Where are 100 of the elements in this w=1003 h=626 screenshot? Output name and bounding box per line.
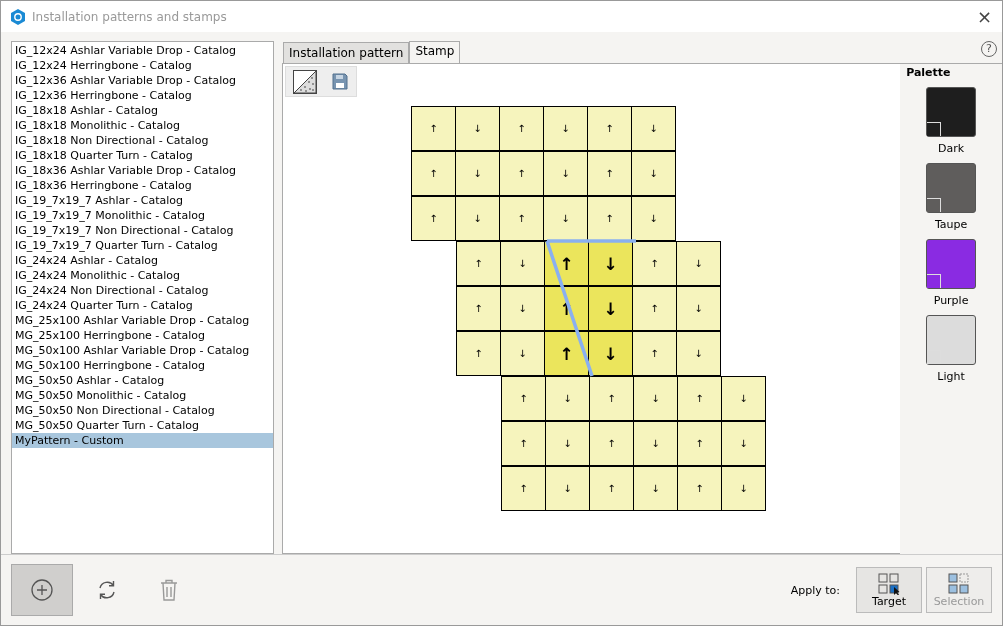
trash-icon[interactable] [160, 579, 178, 601]
color-swatch[interactable] [926, 239, 977, 289]
tile[interactable]: ↓ [455, 196, 500, 241]
tile[interactable]: ↓ [588, 286, 633, 331]
pattern-item[interactable]: IG_12x24 Ashlar Variable Drop - Catalog [12, 43, 273, 58]
tile[interactable]: ↑ [677, 421, 722, 466]
pattern-item[interactable]: IG_24x24 Ashlar - Catalog [12, 253, 273, 268]
tile[interactable]: ↑ [499, 196, 544, 241]
color-swatch[interactable] [926, 315, 977, 365]
tile[interactable]: ↑ [501, 421, 546, 466]
pattern-item[interactable]: MG_50x100 Ashlar Variable Drop - Catalog [12, 343, 273, 358]
tile[interactable]: ↑ [411, 196, 456, 241]
tile[interactable]: ↓ [721, 376, 766, 421]
swatch-label: Dark [938, 142, 965, 155]
tile[interactable]: ↓ [545, 421, 590, 466]
tile[interactable]: ↓ [500, 241, 545, 286]
tile[interactable]: ↑ [632, 331, 677, 376]
pattern-item[interactable]: IG_19_7x19_7 Non Directional - Catalog [12, 223, 273, 238]
pattern-item[interactable]: IG_12x36 Herringbone - Catalog [12, 88, 273, 103]
tile[interactable]: ↑ [677, 466, 722, 511]
texture-triangle-icon[interactable] [293, 69, 317, 94]
tile[interactable]: ↑ [456, 331, 501, 376]
pattern-item[interactable]: IG_18x36 Herringbone - Catalog [12, 178, 273, 193]
tile[interactable]: ↓ [631, 151, 676, 196]
pattern-item[interactable]: IG_18x18 Monolithic - Catalog [12, 118, 273, 133]
tile[interactable]: ↓ [633, 466, 678, 511]
add-button[interactable] [11, 564, 73, 616]
tab[interactable]: Stamp [409, 41, 461, 63]
tile[interactable]: ↑ [499, 106, 544, 151]
pattern-item[interactable]: IG_18x36 Ashlar Variable Drop - Catalog [12, 163, 273, 178]
tile[interactable]: ↑ [632, 241, 677, 286]
pattern-item[interactable]: MG_50x50 Monolithic - Catalog [12, 388, 273, 403]
pattern-item[interactable]: IG_12x36 Ashlar Variable Drop - Catalog [12, 73, 273, 88]
tile[interactable]: ↓ [545, 376, 590, 421]
palette-title: Palette [906, 66, 951, 79]
tile[interactable]: ↑ [411, 106, 456, 151]
tile[interactable]: ↑ [456, 286, 501, 331]
color-swatch[interactable] [926, 163, 977, 213]
pattern-item[interactable]: MyPattern - Custom [12, 433, 273, 448]
apply-button[interactable]: Target [856, 567, 922, 613]
tile[interactable]: ↑ [587, 106, 632, 151]
grid-cursor-icon [876, 572, 902, 595]
tile[interactable]: ↓ [676, 286, 721, 331]
pattern-item[interactable]: IG_19_7x19_7 Quarter Turn - Catalog [12, 238, 273, 253]
pattern-item[interactable]: IG_24x24 Monolithic - Catalog [12, 268, 273, 283]
tile[interactable]: ↓ [455, 106, 500, 151]
tile[interactable]: ↑ [677, 376, 722, 421]
tile[interactable]: ↑ [587, 196, 632, 241]
pattern-item[interactable]: MG_50x100 Herringbone - Catalog [12, 358, 273, 373]
pattern-item[interactable]: IG_18x18 Ashlar - Catalog [12, 103, 273, 118]
tile[interactable]: ↑ [589, 466, 634, 511]
squares-grid-icon [946, 572, 972, 595]
tile[interactable]: ↑ [499, 151, 544, 196]
pattern-item[interactable]: IG_19_7x19_7 Monolithic - Catalog [12, 208, 273, 223]
pattern-item[interactable]: IG_24x24 Quarter Turn - Catalog [12, 298, 273, 313]
save-icon[interactable] [332, 73, 348, 90]
close-button[interactable]: × [976, 6, 992, 27]
tile[interactable]: ↑ [456, 241, 501, 286]
pattern-item[interactable]: MG_50x50 Ashlar - Catalog [12, 373, 273, 388]
tile[interactable]: ↑ [589, 376, 634, 421]
tile[interactable]: ↓ [588, 241, 633, 286]
tile[interactable]: ↓ [500, 331, 545, 376]
tile[interactable]: ↑ [632, 286, 677, 331]
pattern-item[interactable]: MG_25x100 Herringbone - Catalog [12, 328, 273, 343]
tile[interactable]: ↓ [455, 151, 500, 196]
tile[interactable]: ↓ [543, 196, 588, 241]
tile[interactable]: ↑ [544, 331, 589, 376]
pattern-item[interactable]: MG_50x50 Non Directional - Catalog [12, 403, 273, 418]
tab[interactable]: Installation pattern [283, 42, 410, 63]
tile[interactable]: ↑ [589, 421, 634, 466]
apply-to-label: Apply to: [790, 583, 840, 597]
tile[interactable]: ↑ [411, 151, 456, 196]
pattern-item[interactable]: IG_18x18 Quarter Turn - Catalog [12, 148, 273, 163]
pattern-item[interactable]: IG_19_7x19_7 Ashlar - Catalog [12, 193, 273, 208]
tile[interactable]: ↑ [587, 151, 632, 196]
color-swatch[interactable] [926, 87, 977, 137]
pattern-item[interactable]: IG_24x24 Non Directional - Catalog [12, 283, 273, 298]
plus-circle-icon [31, 579, 53, 601]
tile[interactable]: ↓ [676, 241, 721, 286]
tile[interactable]: ↓ [676, 331, 721, 376]
pattern-item[interactable]: IG_18x18 Non Directional - Catalog [12, 133, 273, 148]
tile[interactable]: ↓ [543, 106, 588, 151]
tile[interactable]: ↓ [631, 196, 676, 241]
pattern-item[interactable]: MG_50x50 Quarter Turn - Catalog [12, 418, 273, 433]
swatch-label: Taupe [934, 218, 968, 231]
tile[interactable]: ↓ [631, 106, 676, 151]
pattern-item[interactable]: IG_12x24 Herringbone - Catalog [12, 58, 273, 73]
tile[interactable]: ↓ [500, 286, 545, 331]
refresh-icon[interactable] [96, 579, 118, 601]
window-title: Installation patterns and stamps [32, 9, 228, 24]
tile[interactable]: ↑ [501, 376, 546, 421]
tile[interactable]: ↓ [588, 331, 633, 376]
tile[interactable]: ↓ [721, 421, 766, 466]
tile[interactable]: ↓ [633, 376, 678, 421]
tile[interactable]: ↓ [633, 421, 678, 466]
tile[interactable]: ↑ [501, 466, 546, 511]
pattern-item[interactable]: MG_25x100 Ashlar Variable Drop - Catalog [12, 313, 273, 328]
tile[interactable]: ↓ [545, 466, 590, 511]
tile[interactable]: ↓ [543, 151, 588, 196]
tile[interactable]: ↓ [721, 466, 766, 511]
